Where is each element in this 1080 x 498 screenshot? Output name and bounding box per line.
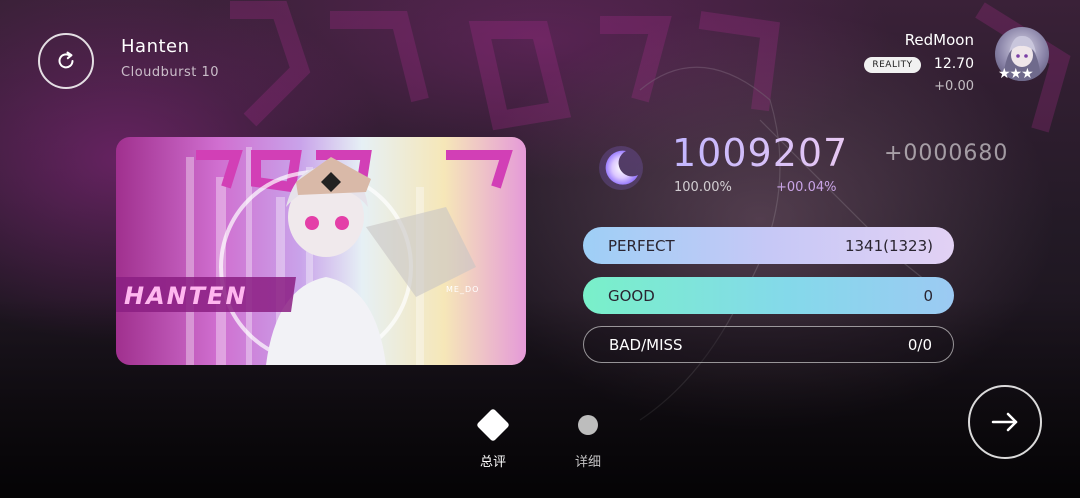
tab-summary[interactable]: 总评	[470, 407, 516, 470]
tab-detail[interactable]: 详细	[565, 407, 611, 470]
song-cover-art: HANTEN ME_DO	[116, 137, 526, 365]
tab-summary-label: 总评	[479, 455, 506, 470]
arrow-right-icon	[991, 412, 1018, 432]
perfect-count: 1341(1323)	[844, 236, 933, 255]
song-title: Hanten	[121, 36, 190, 57]
cover-credit: ME_DO	[446, 285, 480, 294]
good-bar: GOOD 0	[583, 277, 954, 314]
cover-logo: HANTEN	[124, 282, 248, 310]
retry-button[interactable]	[38, 33, 94, 89]
reality-badge: REALITY	[864, 57, 921, 73]
score-delta: +0000680	[884, 141, 1009, 166]
moon-icon	[599, 146, 643, 190]
bad-miss-bar: BAD/MISS 0/0	[583, 326, 954, 363]
good-count: 0	[923, 286, 933, 305]
player-stars: ★★★	[998, 66, 1034, 82]
song-difficulty: Cloudburst 10	[121, 65, 220, 80]
player-name: RedMoon	[904, 31, 974, 49]
diamond-icon	[476, 408, 510, 442]
next-button[interactable]	[968, 385, 1042, 459]
perfect-bar: PERFECT 1341(1323)	[583, 227, 954, 264]
tab-detail-label: 详细	[574, 455, 601, 470]
retry-icon	[58, 51, 74, 69]
player-rks: 12.70	[933, 56, 974, 72]
bad-miss-label: BAD/MISS	[609, 335, 683, 354]
player-rks-delta: +0.00	[934, 79, 974, 94]
accuracy-delta: +00.04%	[776, 180, 837, 195]
perfect-label: PERFECT	[608, 236, 675, 255]
dot-icon	[578, 415, 598, 435]
bad-miss-count: 0/0	[907, 335, 932, 354]
good-label: GOOD	[608, 286, 655, 305]
cover-illustration	[116, 147, 513, 365]
accuracy: 100.00%	[674, 180, 732, 195]
score: 1009207	[672, 131, 849, 175]
